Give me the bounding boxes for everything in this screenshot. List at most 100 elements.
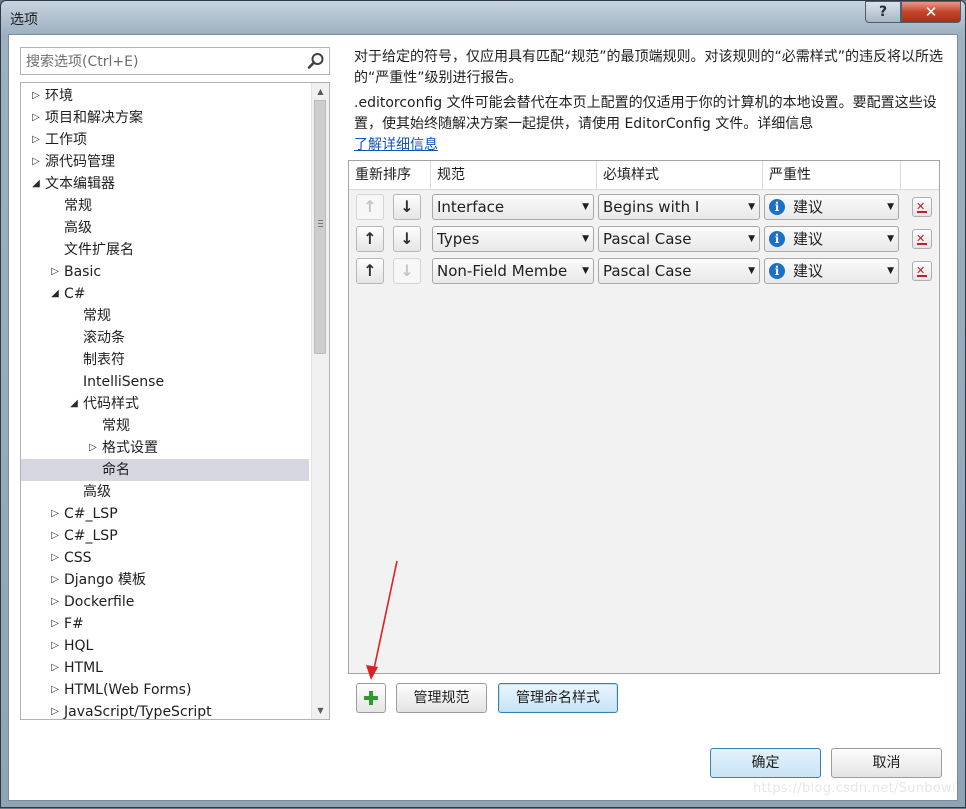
tree-item-label: 格式设置 — [102, 440, 158, 456]
tree-item[interactable]: ◢ 代码样式 — [21, 393, 309, 415]
close-button[interactable]: ✕ — [901, 1, 961, 23]
add-rule-button[interactable] — [356, 683, 386, 713]
tree-item[interactable]: 滚动条 — [21, 327, 309, 349]
tree-expanded-icon[interactable]: ◢ — [50, 283, 60, 305]
help-button[interactable]: ? — [865, 1, 901, 23]
spec-dropdown[interactable]: Interface ▼ — [432, 194, 594, 220]
delete-rule-button[interactable]: ✕ — [912, 229, 932, 249]
tree-item[interactable]: ▷ 源代码管理 — [21, 151, 309, 173]
tree-item[interactable]: ▷ CSS — [21, 547, 309, 569]
search-input[interactable] — [21, 48, 308, 76]
tree-item[interactable]: 常规 — [21, 195, 309, 217]
tree-collapsed-icon[interactable]: ▷ — [50, 635, 60, 657]
move-up-button[interactable]: ↑ — [356, 258, 384, 284]
tree-item-label: 项目和解决方案 — [45, 110, 143, 126]
tree-collapsed-icon[interactable]: ▷ — [50, 613, 60, 635]
severity-dropdown[interactable]: i 建议 ▼ — [764, 258, 899, 284]
tree-item[interactable]: ▷ HTML(Web Forms) — [21, 679, 309, 701]
tree-item-label: 高级 — [64, 220, 92, 236]
severity-dropdown[interactable]: i 建议 ▼ — [764, 226, 899, 252]
style-dropdown[interactable]: Pascal Case ▼ — [598, 258, 760, 284]
tree-item[interactable]: ▷ Django 模板 — [21, 569, 309, 591]
tree-collapsed-icon[interactable]: ▷ — [31, 151, 41, 173]
info-icon: i — [769, 199, 785, 215]
move-down-button[interactable]: ↓ — [393, 194, 421, 220]
tree-collapsed-icon[interactable]: ▷ — [31, 129, 41, 151]
dialog-content: ▷环境▷项目和解决方案▷工作项▷源代码管理◢文本编辑器常规高级文件扩展名▷Bas… — [8, 34, 958, 801]
style-dropdown[interactable]: Begins with I ▼ — [598, 194, 760, 220]
tree-expanded-icon[interactable]: ◢ — [69, 393, 79, 415]
tree-scrollbar[interactable]: ▲ ▼ — [311, 83, 329, 719]
tree-item-label: 常规 — [83, 308, 111, 324]
tree-item-label: 文件扩展名 — [64, 242, 134, 258]
tree-item[interactable]: ▷ C#_LSP — [21, 525, 309, 547]
tree-item[interactable]: ▷ Dockerfile — [21, 591, 309, 613]
tree-item[interactable]: 高级 — [21, 217, 309, 239]
tree-expanded-icon[interactable]: ◢ — [31, 173, 41, 195]
tree-item[interactable]: 常规 — [21, 415, 309, 437]
scroll-up-icon[interactable]: ▲ — [312, 83, 329, 100]
scrollbar-thumb[interactable] — [314, 100, 326, 354]
tree-collapsed-icon[interactable]: ▷ — [50, 503, 60, 525]
tree-item[interactable]: ▷ Basic — [21, 261, 309, 283]
tree-item[interactable]: ▷ HTML — [21, 657, 309, 679]
tree-item[interactable]: 命名 — [21, 459, 309, 481]
tree-collapsed-icon[interactable]: ▷ — [31, 107, 41, 129]
tree-collapsed-icon[interactable]: ▷ — [50, 261, 60, 283]
tree-item-label: 代码样式 — [83, 396, 139, 412]
severity-dropdown[interactable]: i 建议 ▼ — [764, 194, 899, 220]
learn-more-link[interactable]: 了解详细信息 — [354, 137, 438, 153]
manage-specs-button[interactable]: 管理规范 — [396, 683, 487, 713]
manage-naming-styles-button[interactable]: 管理命名样式 — [498, 683, 618, 713]
search-icon[interactable] — [307, 52, 325, 70]
title-bar[interactable]: 选项 ? ✕ — [1, 1, 965, 35]
spec-dropdown[interactable]: Non-Field Membe ▼ — [432, 258, 594, 284]
tree-item[interactable]: 文件扩展名 — [21, 239, 309, 261]
tree-collapsed-icon[interactable]: ▷ — [50, 547, 60, 569]
tree-collapsed-icon[interactable]: ▷ — [50, 657, 60, 679]
move-up-button[interactable]: ↑ — [356, 194, 384, 220]
arrow-up-icon: ↑ — [363, 197, 377, 216]
severity-value: 建议 — [793, 262, 824, 280]
tree-item[interactable]: ▷ 工作项 — [21, 129, 309, 151]
tree-collapsed-icon[interactable]: ▷ — [50, 525, 60, 547]
tree-item[interactable]: ▷ HQL — [21, 635, 309, 657]
ok-button[interactable]: 确定 — [710, 748, 821, 778]
delete-rule-button[interactable]: ✕ — [912, 197, 932, 217]
arrow-up-icon: ↑ — [363, 261, 377, 280]
tree-item[interactable]: ◢ C# — [21, 283, 309, 305]
arrow-down-icon: ↓ — [400, 229, 414, 248]
arrow-up-icon: ↑ — [363, 229, 377, 248]
style-value: Pascal Case — [603, 230, 692, 248]
delete-rule-button[interactable]: ✕ — [912, 261, 932, 281]
tree-item[interactable]: ▷ 环境 — [21, 85, 309, 107]
scroll-down-icon[interactable]: ▼ — [312, 702, 329, 719]
tree-item-label: JavaScript/TypeScript — [64, 704, 212, 720]
tree-item[interactable]: 常规 — [21, 305, 309, 327]
tree-item[interactable]: ▷ F# — [21, 613, 309, 635]
style-dropdown[interactable]: Pascal Case ▼ — [598, 226, 760, 252]
tree-collapsed-icon[interactable]: ▷ — [31, 85, 41, 107]
tree-item[interactable]: ▷ C#_LSP — [21, 503, 309, 525]
tree-item-label: F# — [64, 616, 84, 632]
tree-collapsed-icon[interactable]: ▷ — [50, 591, 60, 613]
move-down-button[interactable]: ↓ — [393, 226, 421, 252]
tree-item[interactable]: ▷ JavaScript/TypeScript — [21, 701, 309, 720]
tree-item-label: 文本编辑器 — [45, 176, 115, 192]
tree-item[interactable]: IntelliSense — [21, 371, 309, 393]
move-down-button[interactable]: ↓ — [393, 258, 421, 284]
tree-item[interactable]: ▷ 项目和解决方案 — [21, 107, 309, 129]
tree-collapsed-icon[interactable]: ▷ — [88, 437, 98, 459]
tree-item[interactable]: 制表符 — [21, 349, 309, 371]
tree-item[interactable]: ▷ 格式设置 — [21, 437, 309, 459]
tree-item-label: Django 模板 — [64, 572, 147, 588]
move-up-button[interactable]: ↑ — [356, 226, 384, 252]
tree-item[interactable]: ◢ 文本编辑器 — [21, 173, 309, 195]
tree-collapsed-icon[interactable]: ▷ — [50, 701, 60, 719]
tree-collapsed-icon[interactable]: ▷ — [50, 569, 60, 591]
tree-item-label: 命名 — [102, 462, 130, 478]
tree-item[interactable]: 高级 — [21, 481, 309, 503]
tree-collapsed-icon[interactable]: ▷ — [50, 679, 60, 701]
spec-dropdown[interactable]: Types ▼ — [432, 226, 594, 252]
cancel-button[interactable]: 取消 — [831, 748, 942, 778]
